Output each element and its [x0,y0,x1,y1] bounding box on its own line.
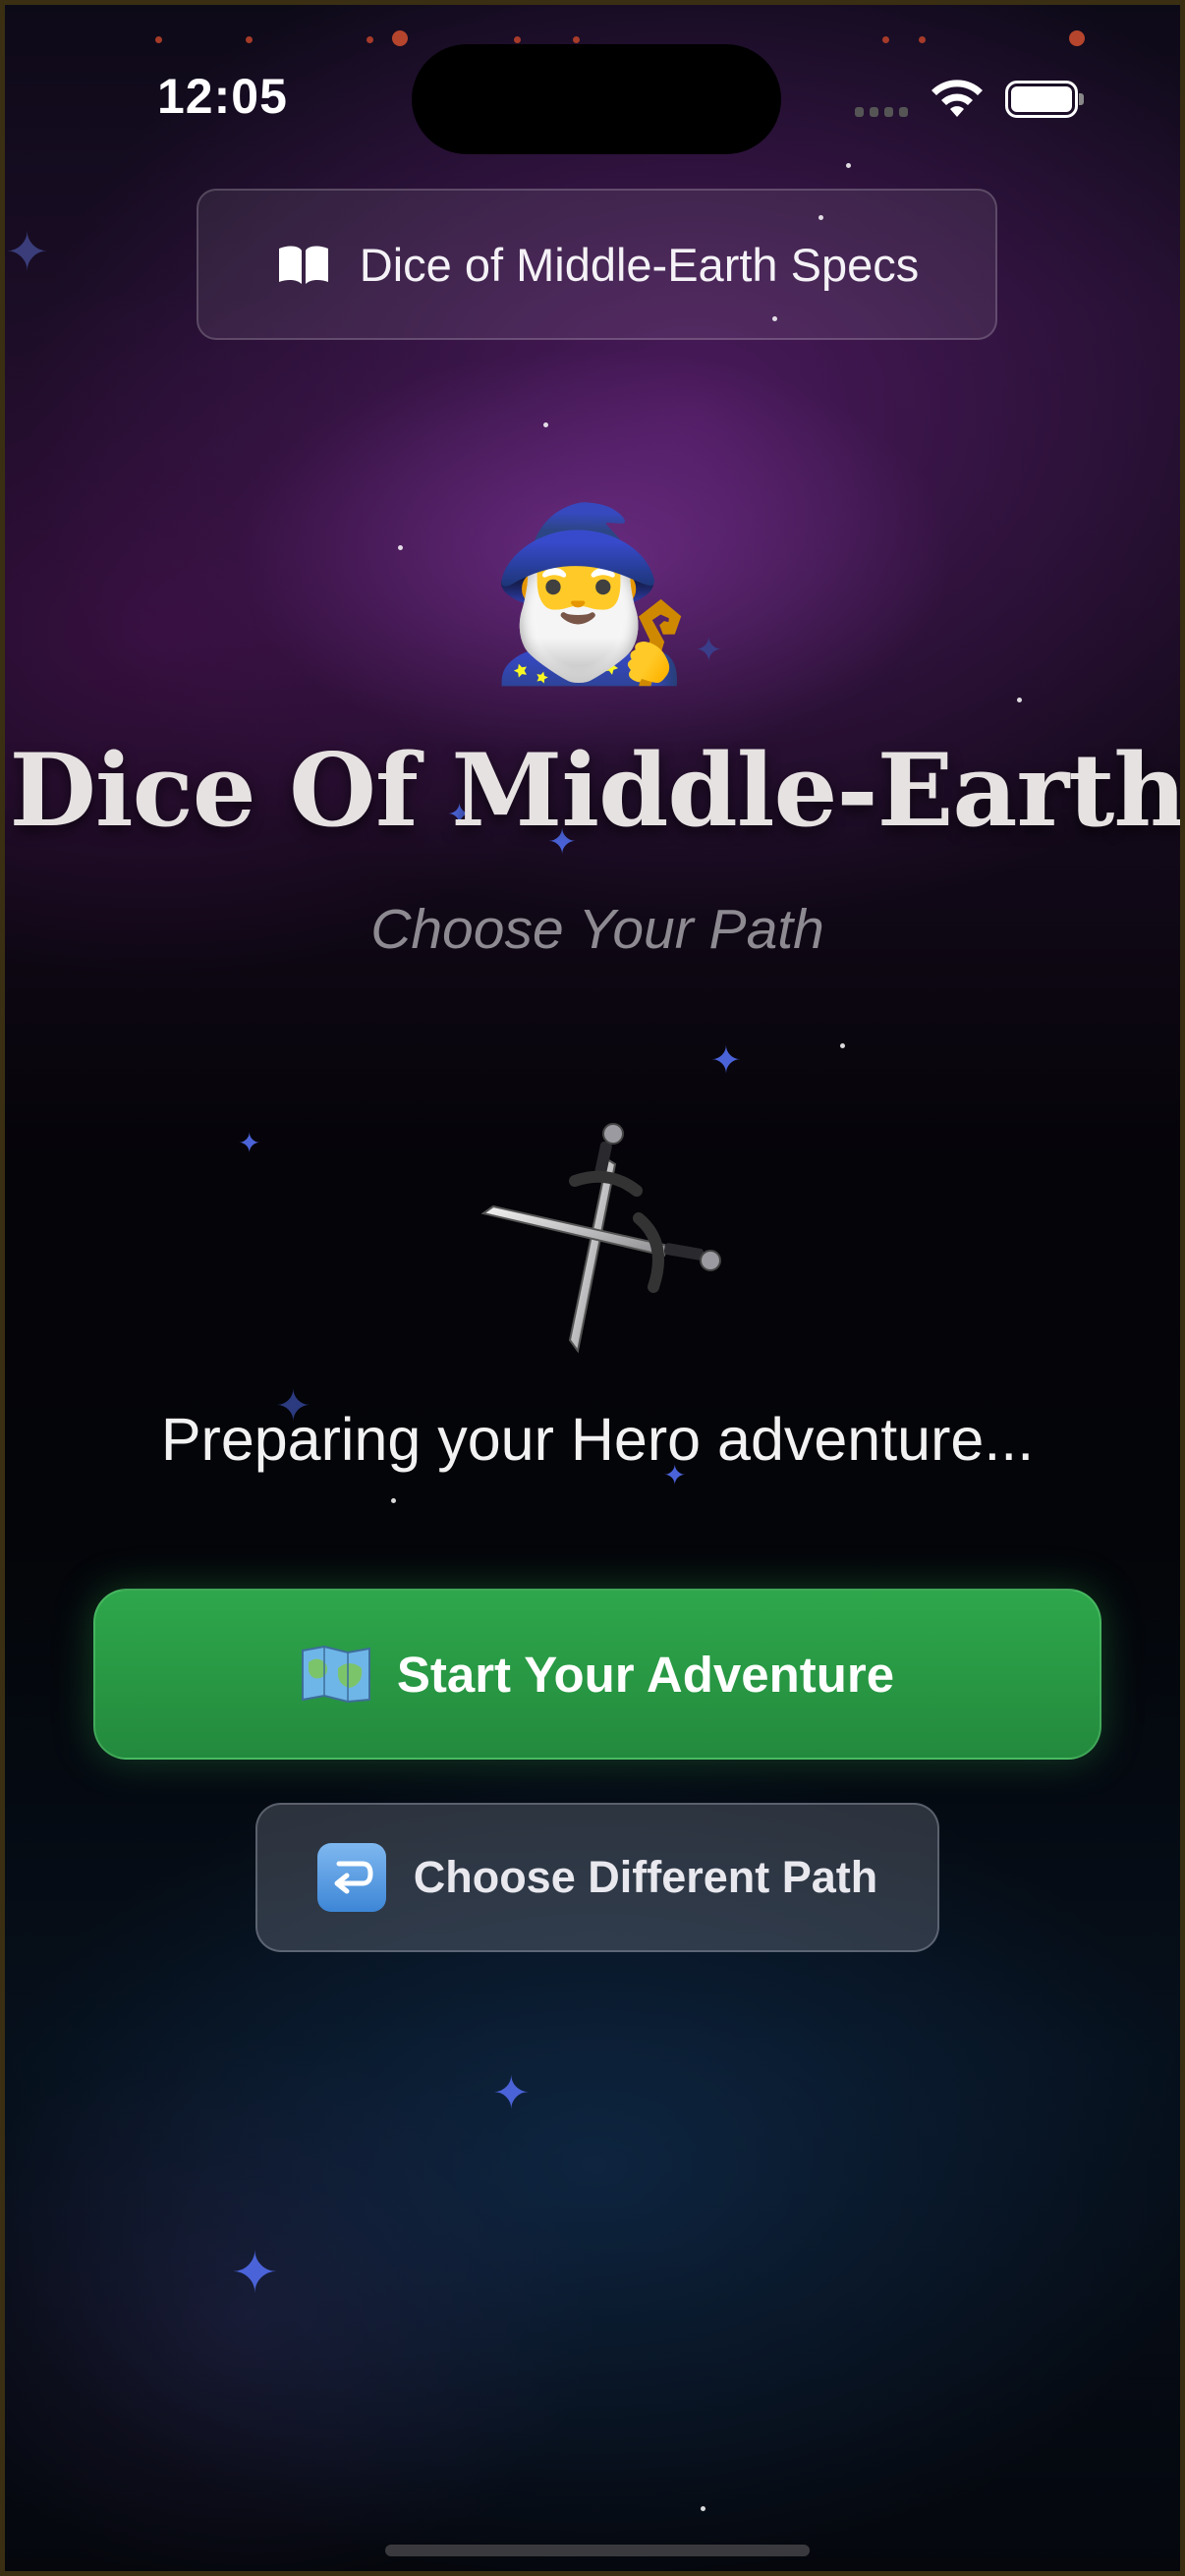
map-icon [301,1645,370,1704]
sparkle-icon: ✦ [710,1040,742,1082]
wizard-icon: 🧙‍♂️ [486,501,695,688]
loading-message: Preparing your Hero adventure... [160,1406,1035,1473]
specs-button[interactable]: Dice of Middle-Earth Specs [197,189,997,340]
star [391,1498,396,1503]
battery-icon [1005,81,1084,118]
screen: ✦ ✦ ✦ ✦ ✦ ✦ ✦ ✦ ✦ ✦ 12:05 Dice of Middle… [0,0,1185,2576]
dynamic-island [412,44,781,154]
star [840,1043,845,1048]
wifi-icon [931,80,983,117]
sparkle-icon: ✦ [231,2241,279,2305]
sparkle-icon: ✦ [238,1128,261,1158]
home-indicator[interactable] [385,2545,810,2556]
book-icon [278,246,328,284]
status-bar: 12:05 [5,5,1180,192]
sparkle-icon: ✦ [695,632,723,669]
choose-different-path-button[interactable]: Choose Different Path [255,1803,939,1952]
sparkle-icon: ✦ [492,2067,531,2118]
sparkle-icon: ✦ [5,223,50,282]
cellular-signal-icon [855,107,908,117]
start-adventure-label: Start Your Adventure [396,1646,895,1703]
status-time: 12:05 [157,69,288,124]
star [398,545,403,550]
choose-different-path-label: Choose Different Path [413,1852,878,1902]
star [543,422,548,427]
star [701,2506,705,2511]
specs-button-label: Dice of Middle-Earth Specs [359,238,920,291]
start-adventure-button[interactable]: Start Your Adventure [93,1589,1101,1760]
return-arrow-icon [316,1843,386,1912]
app-title: Dice Of Middle-Earth [9,732,1185,850]
star [1017,698,1022,702]
app-subtitle: Choose Your Path [370,898,824,961]
crossed-swords-icon [480,1123,721,1354]
